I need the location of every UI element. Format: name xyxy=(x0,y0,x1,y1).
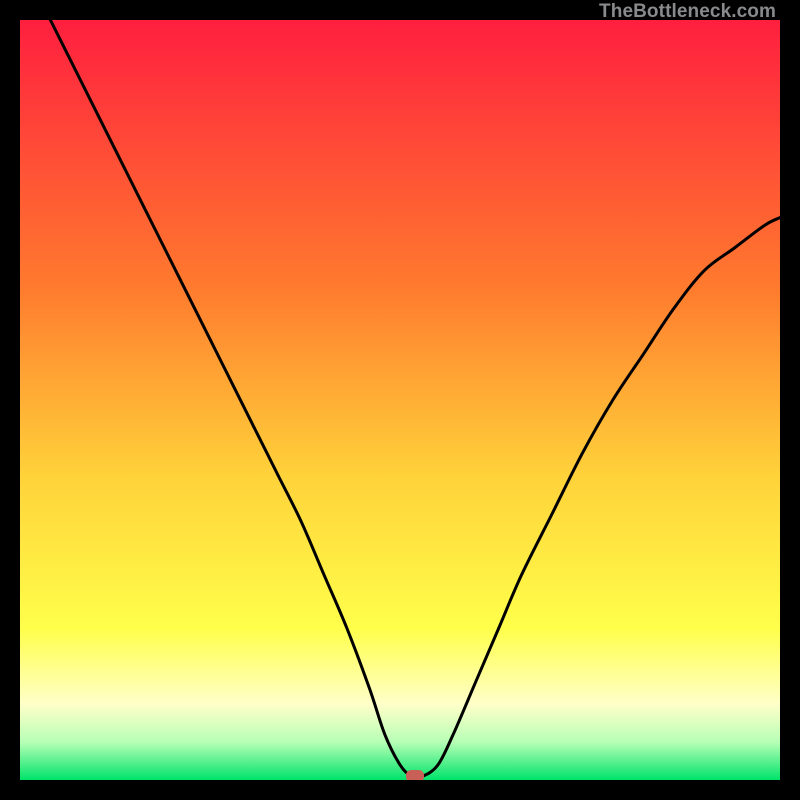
outer-frame: TheBottleneck.com xyxy=(0,0,800,800)
plot-area xyxy=(20,20,780,780)
background-gradient xyxy=(20,20,780,780)
